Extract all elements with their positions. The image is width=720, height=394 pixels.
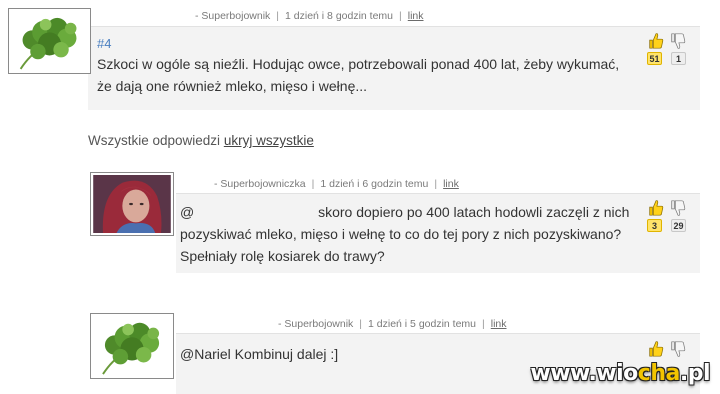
comment-text-line: Szkoci w ogóle są nieźli. Hodując owce, …: [97, 56, 620, 72]
comment-meta-2: - Superbojowniczka | 1 dzień i 6 godzin te…: [214, 178, 459, 190]
comment-link[interactable]: link: [491, 318, 507, 330]
comment-time: 1 dzień i 8 godzin temu: [285, 10, 394, 22]
meta-separator: |: [276, 10, 280, 22]
thumbs-down-icon[interactable]: [669, 340, 687, 358]
watermark-suffix: .pl: [679, 361, 711, 386]
votes-down-count: 29: [671, 219, 686, 232]
comment-meta-1: - Superbojownik | 1 dzień i 8 godzin temu |…: [195, 10, 424, 22]
meta-separator: |: [399, 10, 402, 22]
votes-3: [645, 340, 689, 362]
comment-text-line: Spełniały rolę kosiarek do trawy?: [180, 248, 385, 264]
votes-1: 51 1: [645, 32, 689, 68]
avatar-redhead[interactable]: [90, 172, 174, 236]
comment-text-line: że dają one również mleko, mięso i wełnę…: [97, 78, 368, 94]
comment-link[interactable]: link: [443, 178, 459, 190]
parsley-avatar-image: [93, 316, 171, 376]
comment-time: 1 dzień i 5 godzin temu: [368, 318, 477, 330]
parsley-avatar-image: [11, 11, 88, 71]
comment-text-line: @ skoro dopiero po 400 latach hodowli za…: [180, 201, 640, 223]
votes-up-count: 51: [647, 52, 662, 65]
comment-body-2: @ skoro dopiero po 400 latach hodowli za…: [180, 201, 640, 267]
thumbs-up-icon[interactable]: [647, 199, 665, 217]
votes-2: 3 29: [645, 199, 689, 235]
comment-author[interactable]: - Superbojownik: [278, 318, 353, 330]
watermark-accent: cha: [637, 361, 681, 386]
comment-text-segment: skoro dopiero po 400 latach hodowli zacz…: [318, 204, 630, 220]
comment-time: 1 dzień i 6 godzin temu: [320, 178, 429, 190]
thumbs-up-icon[interactable]: [647, 340, 665, 358]
redacted-username: [194, 207, 314, 219]
meta-separator: |: [434, 178, 438, 190]
votes-down-count: 1: [671, 52, 686, 65]
votes-up-count: 3: [647, 219, 662, 232]
comment-link[interactable]: link: [408, 10, 424, 22]
avatar-parsley-2[interactable]: [90, 313, 174, 379]
comment-author[interactable]: - Superbojowniczka: [214, 178, 306, 190]
wiocha-watermark: www.wiocha.pl: [530, 361, 710, 386]
watermark-prefix: www.wio: [530, 361, 638, 386]
thumbs-up-icon[interactable]: [647, 32, 665, 50]
comment-mention[interactable]: @: [180, 204, 194, 220]
comment-meta-3: - Superbojownik | 1 dzień i 5 godzin temu |…: [278, 318, 507, 330]
all-replies-label: Wszystkie odpowiedzi ukryj wszystkie: [88, 133, 314, 148]
comment-author[interactable]: - Superbojownik: [195, 10, 270, 22]
redhead-avatar-image: [93, 175, 171, 233]
comment-text-line: pozyskiwać mleko, mięso i wełnę to co do…: [180, 226, 622, 242]
comment-body-1: #4 Szkoci w ogóle są nieźli. Hodując owc…: [97, 36, 637, 97]
comment-number[interactable]: #4: [97, 36, 637, 51]
meta-separator: |: [311, 178, 315, 190]
avatar-parsley-1[interactable]: [8, 8, 91, 74]
meta-separator: |: [482, 318, 485, 330]
all-replies-text: Wszystkie odpowiedzi: [88, 133, 221, 148]
meta-separator: |: [359, 318, 363, 330]
hide-all-link[interactable]: ukryj wszystkie: [224, 133, 314, 148]
thumbs-down-icon[interactable]: [669, 199, 687, 217]
thumbs-down-icon[interactable]: [669, 32, 687, 50]
